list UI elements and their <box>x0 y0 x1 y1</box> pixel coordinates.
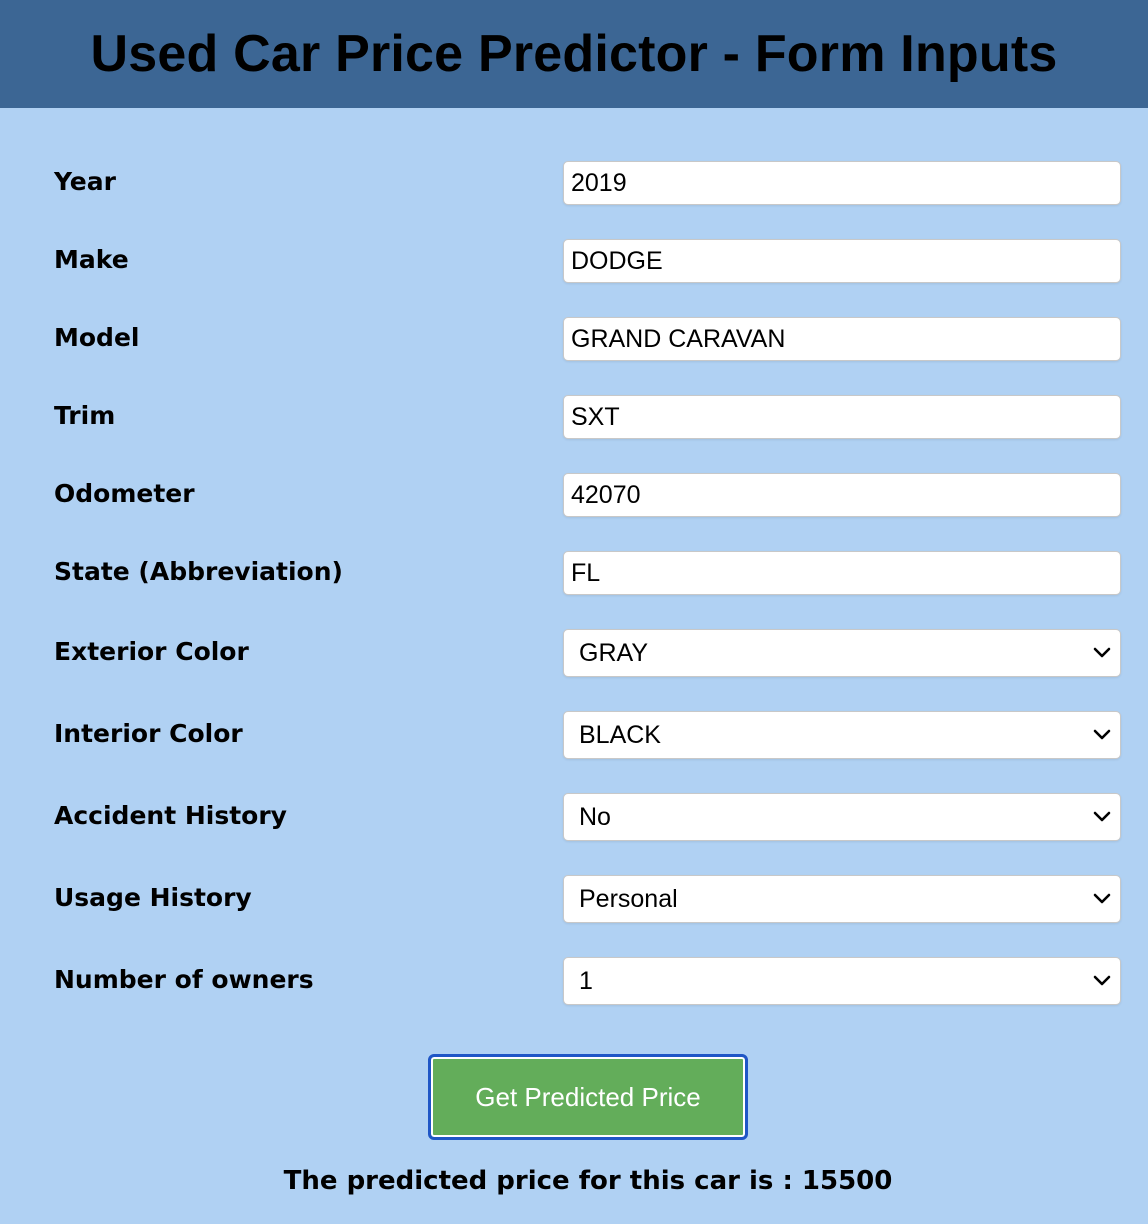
odometer-input[interactable]: 42070 <box>563 473 1121 517</box>
make-label: Make <box>54 245 129 274</box>
owners-label: Number of owners <box>54 965 314 994</box>
trim-label: Trim <box>54 401 116 430</box>
usage-history-select[interactable]: Personal <box>563 875 1121 923</box>
chevron-down-icon <box>1093 729 1111 740</box>
predicted-price-result: The predicted price for this car is : 15… <box>283 1166 893 1196</box>
accident-history-label: Accident History <box>54 801 287 830</box>
model-label: Model <box>54 323 140 352</box>
state-label: State (Abbreviation) <box>54 557 343 586</box>
exterior-color-selected: GRAY <box>579 638 648 667</box>
year-input[interactable]: 2019 <box>563 161 1121 205</box>
owners-select[interactable]: 1 <box>563 957 1121 1005</box>
trim-input-value: SXT <box>571 402 620 431</box>
odometer-input-value: 42070 <box>571 480 641 509</box>
owners-selected: 1 <box>579 966 593 995</box>
state-input-value: FL <box>571 558 601 587</box>
accident-history-selected: No <box>579 802 611 831</box>
trim-row: Trim SXT <box>0 395 1148 439</box>
interior-color-selected: BLACK <box>579 720 661 749</box>
exterior-color-label: Exterior Color <box>54 637 249 666</box>
model-input[interactable]: GRAND CARAVAN <box>563 317 1121 361</box>
exterior-color-row: Exterior Color GRAY <box>0 629 1148 677</box>
make-row: Make DODGE <box>0 239 1148 283</box>
model-input-value: GRAND CARAVAN <box>571 324 786 353</box>
interior-color-select[interactable]: BLACK <box>563 711 1121 759</box>
state-input[interactable]: FL <box>563 551 1121 595</box>
make-input[interactable]: DODGE <box>563 239 1121 283</box>
accident-history-row: Accident History No <box>0 793 1148 841</box>
year-row: Year 2019 <box>0 161 1148 205</box>
get-predicted-price-label: Get Predicted Price <box>475 1081 701 1112</box>
get-predicted-price-button[interactable]: Get Predicted Price <box>428 1054 748 1140</box>
chevron-down-icon <box>1093 975 1111 986</box>
usage-history-row: Usage History Personal <box>0 875 1148 923</box>
exterior-color-select[interactable]: GRAY <box>563 629 1121 677</box>
state-row: State (Abbreviation) FL <box>0 551 1148 595</box>
year-input-value: 2019 <box>571 168 627 197</box>
chevron-down-icon <box>1093 647 1111 658</box>
chevron-down-icon <box>1093 893 1111 904</box>
odometer-label: Odometer <box>54 479 195 508</box>
chevron-down-icon <box>1093 811 1111 822</box>
trim-input[interactable]: SXT <box>563 395 1121 439</box>
year-label: Year <box>54 167 116 196</box>
interior-color-label: Interior Color <box>54 719 243 748</box>
accident-history-select[interactable]: No <box>563 793 1121 841</box>
usage-history-selected: Personal <box>579 884 678 913</box>
odometer-row: Odometer 42070 <box>0 473 1148 517</box>
interior-color-row: Interior Color BLACK <box>0 711 1148 759</box>
page-header: Used Car Price Predictor - Form Inputs <box>0 0 1148 108</box>
page-title: Used Car Price Predictor - Form Inputs <box>90 25 1058 83</box>
model-row: Model GRAND CARAVAN <box>0 317 1148 361</box>
make-input-value: DODGE <box>571 246 663 275</box>
usage-history-label: Usage History <box>54 883 252 912</box>
owners-row: Number of owners 1 <box>0 957 1148 1005</box>
